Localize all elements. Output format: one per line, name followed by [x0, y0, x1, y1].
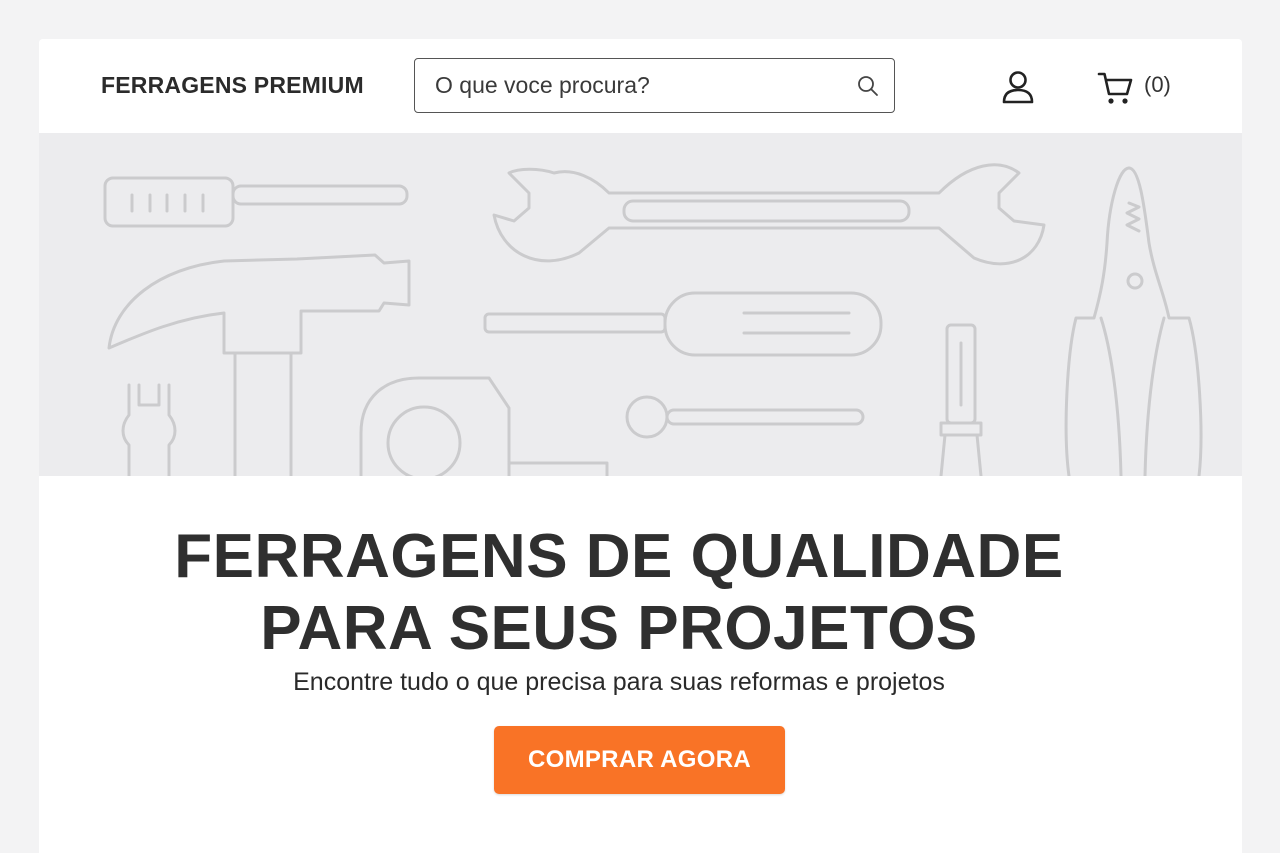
search-icon[interactable]: [856, 74, 880, 98]
hero-subheadline: Encontre tudo o que precisa para suas re…: [293, 668, 945, 696]
user-icon[interactable]: [999, 68, 1037, 106]
cart-button[interactable]: (0): [1097, 69, 1171, 107]
hero-illustration: [39, 133, 1242, 476]
cart-icon: [1097, 72, 1133, 104]
page-card: FERRAGENS PREMIUM (0): [39, 39, 1242, 853]
wrench-illustration: [492, 163, 1046, 266]
hammer-illustration: [107, 253, 411, 476]
hero-headline: FERRAGENS DE QUALIDADE PARA SEUS PROJETO…: [39, 521, 1199, 665]
tape-measure-illustration: [359, 376, 609, 476]
pliers-illustration: [1064, 166, 1203, 476]
screwdriver-2-illustration: [483, 291, 883, 357]
rod-illustration: [625, 395, 865, 439]
small-wrench-illustration: [121, 383, 177, 476]
cart-count: (0): [1144, 72, 1171, 97]
tools-illustration: [103, 163, 1203, 476]
search-box[interactable]: [414, 58, 895, 113]
flat-screwdriver-illustration: [939, 323, 983, 476]
shop-now-button[interactable]: COMPRAR AGORA: [494, 726, 785, 794]
hero-headline-line1: FERRAGENS DE QUALIDADE: [174, 522, 1064, 591]
search-input[interactable]: [435, 59, 845, 111]
screwdriver-illustration: [103, 176, 409, 228]
brand-logo[interactable]: FERRAGENS PREMIUM: [101, 72, 364, 99]
hero-headline-line2: PARA SEUS PROJETOS: [260, 594, 978, 663]
site-header: FERRAGENS PREMIUM (0): [39, 39, 1242, 133]
